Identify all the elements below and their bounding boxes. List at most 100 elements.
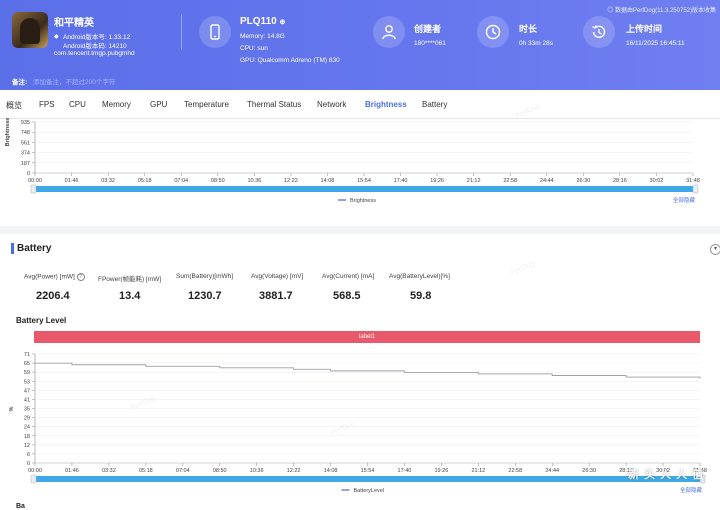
stat-label-avg-current: Avg(Current) [mA]	[322, 273, 375, 280]
tab-brightness[interactable]: Brightness	[365, 100, 407, 109]
series-line-batterylevel	[35, 362, 701, 379]
x-tick-label: 26:30	[576, 178, 590, 184]
y-tick-label: 6	[27, 452, 30, 458]
y-axis-label: Brightness	[5, 118, 11, 146]
note-input[interactable]: 添加备注，不超过200个字符	[33, 79, 115, 86]
hide-all-link: 全部隐藏	[673, 196, 696, 204]
chevron-down-icon[interactable]: ▾	[710, 244, 720, 255]
tab-network[interactable]: Network	[317, 100, 346, 109]
x-tick-label: 12:22	[284, 178, 298, 184]
android-code: Android版本码: 14210	[63, 43, 127, 50]
tab-overview[interactable]: 概览	[6, 100, 22, 111]
battery-section-title: Battery	[17, 243, 52, 254]
x-tick-label: 31:48	[686, 178, 700, 184]
package-name: com.tencent.tmgp.pubgmhd	[54, 50, 135, 57]
y-tick-label: 935	[21, 120, 30, 126]
y-tick-label: 187	[21, 161, 30, 167]
zoom-handle-left	[30, 474, 37, 484]
stat-label-avg-battery-level: Avg(BatteryLevel)[%]	[389, 273, 450, 280]
x-tick-label: 08:50	[211, 178, 225, 184]
x-tick-label: 07:04	[176, 468, 190, 474]
stat-value-avg-voltage: 3881.7	[259, 290, 293, 302]
x-tick-label: 19:26	[435, 468, 449, 474]
stat-value-avg-power: 2206.4	[36, 290, 70, 302]
y-tick-label: 65	[24, 361, 30, 367]
x-tick-label: 10:36	[247, 178, 261, 184]
zoom-slider-track	[32, 476, 703, 482]
x-tick-label: 24:44	[545, 468, 559, 474]
tab-gpu[interactable]: GPU	[150, 100, 167, 109]
y-tick-label: 748	[21, 130, 30, 136]
stat-value-avg-battery-level: 59.8	[410, 290, 432, 302]
x-tick-label: 19:26	[430, 178, 444, 184]
x-tick-label: 22:58	[508, 468, 522, 474]
x-tick-label: 12:22	[287, 468, 301, 474]
tab-temperature[interactable]: Temperature	[184, 100, 229, 109]
x-tick-label: 03:32	[102, 468, 116, 474]
tab-memory[interactable]: Memory	[102, 100, 131, 109]
y-tick-label: 59	[24, 370, 30, 376]
brightness-panel: 935 748 561 374 187 0 00:00 01:46 03:32 05:18 07:0…	[0, 118, 720, 224]
help-icon[interactable]: ?	[76, 273, 85, 281]
x-tick-label: 01:46	[65, 178, 79, 184]
section-accent	[11, 243, 14, 254]
creator-title: 创建者	[414, 24, 442, 34]
upload-title: 上传时间	[626, 24, 663, 34]
duration-value: 0h 33m 28s	[519, 40, 553, 47]
stat-value-fpower: 13.4	[119, 290, 141, 302]
corner-watermark: 新 头 人 人 值	[628, 469, 705, 481]
stat-value-sum-battery: 1230.7	[188, 290, 222, 302]
tab-thermal-status[interactable]: Thermal Status	[247, 100, 301, 109]
legend-label: Brightness	[350, 198, 376, 204]
x-tick-label: 26:30	[582, 468, 596, 474]
x-tick-label: 05:18	[138, 178, 152, 184]
zoom-handle-left	[30, 184, 37, 194]
x-tick-label: 15:54	[361, 468, 375, 474]
creator-value: 180****061	[414, 40, 446, 47]
x-tick-label: 30:02	[650, 178, 664, 184]
y-tick-label: 24	[24, 425, 30, 431]
label-bar[interactable]: label1	[34, 331, 700, 343]
battery-level-title: Battery Level	[16, 316, 67, 325]
section-gap	[0, 226, 720, 234]
y-tick-label: 35	[24, 407, 30, 413]
x-tick-label: 14:08	[321, 178, 335, 184]
phone-icon	[199, 16, 231, 48]
x-tick-label: 15:54	[357, 178, 371, 184]
battery-level-chart: 71 65 59 53 47 41 35 29 24 18 12 6 000:00 01:46 03:32 0…	[9, 352, 707, 494]
y-tick-label: 47	[24, 388, 30, 394]
tab-fps[interactable]: FPS	[39, 100, 55, 109]
tab-battery[interactable]: Battery	[422, 100, 447, 109]
x-tick-label: 21:12	[467, 178, 481, 184]
y-tick-label: 29	[24, 416, 30, 422]
device-info-icon[interactable]: ⊕	[279, 19, 285, 26]
x-tick-label: 05:18	[139, 468, 153, 474]
zoom-slider-track	[32, 186, 696, 192]
legend-label: BatteryLevel	[354, 488, 385, 494]
y-tick-label: 18	[24, 434, 30, 440]
note-row: 备注: 添加备注，不超过200个字符	[12, 76, 115, 86]
device-name: PLQ110 ⊕	[240, 16, 286, 27]
zoom-handle-right	[692, 184, 699, 194]
stat-label-fpower: FPower(帧能耗) [mW]	[98, 276, 162, 283]
x-tick-label: 21:12	[471, 468, 485, 474]
x-tick-label: 22:58	[503, 178, 517, 184]
x-tick-label: 01:46	[65, 468, 79, 474]
watermark: PerfDog	[509, 259, 536, 278]
x-tick-label: 14:08	[324, 468, 338, 474]
tab-cpu[interactable]: CPU	[69, 100, 86, 109]
hide-all-link: 全部隐藏	[680, 486, 703, 494]
user-icon	[373, 16, 405, 48]
next-section-title: Ba	[16, 503, 25, 510]
y-tick-label: 53	[24, 379, 30, 385]
header-divider	[181, 14, 182, 50]
duration-title: 时长	[519, 24, 538, 34]
y-tick-label: 0	[27, 171, 30, 177]
history-icon	[583, 16, 615, 48]
y-tick-label: 0	[27, 461, 30, 467]
note-label: 备注:	[12, 79, 28, 86]
y-tick-label: 41	[24, 397, 30, 403]
brightness-chart: 935 748 561 374 187 000:00 01:46 03:32 05:18 07:0…	[5, 118, 700, 204]
collector-note: ◎ 数据由PerfDog(11.3.250752)版本收集	[607, 8, 716, 14]
x-tick-label: 03:32	[101, 178, 115, 184]
